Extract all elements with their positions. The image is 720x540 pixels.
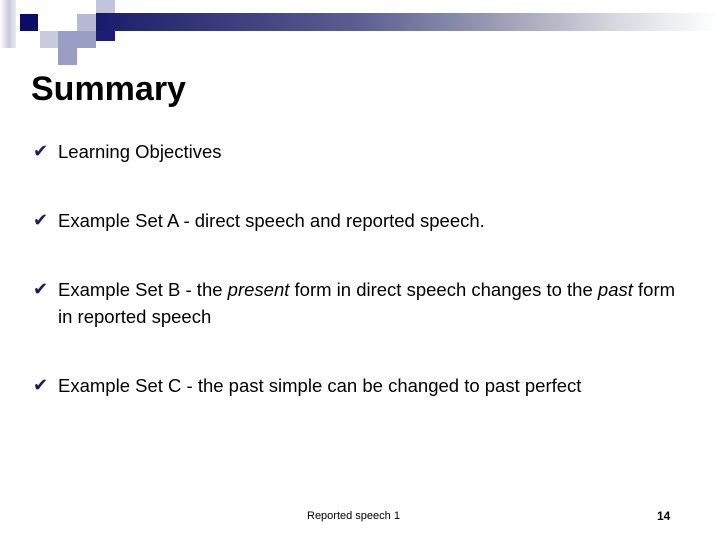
decor-block-medium-3 (77, 31, 96, 48)
slide-canvas: Summary ✔ Learning Objectives ✔ Example … (0, 0, 720, 540)
header-decoration (0, 0, 720, 65)
bullet-text-example-set-b: Example Set B - the present form in dire… (58, 279, 676, 327)
bullet-text-example-set-c: Example Set C - the past simple can be c… (58, 375, 582, 396)
footer-label: Reported speech 1 (307, 510, 400, 522)
decor-block-pale-1 (40, 31, 58, 48)
decor-block-pale-3 (96, 0, 115, 14)
checkmark-icon: ✔ (33, 375, 49, 396)
decor-block-gradient-left (0, 0, 16, 48)
list-item: ✔ Learning Objectives (33, 138, 693, 165)
list-item: ✔ Example Set C - the past simple can be… (33, 372, 693, 399)
decor-block-white-gap (38, 14, 58, 31)
bullet-list: ✔ Learning Objectives ✔ Example Set A - … (33, 138, 693, 425)
list-item: ✔ Example Set B - the present form in di… (33, 276, 693, 330)
slide-number: 14 (657, 509, 671, 523)
decor-block-pale-2 (77, 14, 96, 31)
checkmark-icon: ✔ (33, 279, 49, 300)
header-gradient-bar (96, 13, 720, 31)
list-item: ✔ Example Set A - direct speech and repo… (33, 207, 693, 234)
bullet-text-learning-objectives: Learning Objectives (58, 141, 222, 162)
bullet-text-example-set-a: Example Set A - direct speech and report… (58, 210, 485, 231)
page-title: Summary (31, 70, 186, 108)
checkmark-icon: ✔ (33, 210, 49, 231)
decor-block-navy-1 (20, 14, 38, 31)
checkmark-icon: ✔ (33, 141, 49, 162)
decor-block-medium-2 (58, 48, 77, 65)
decor-block-navy-2 (96, 31, 115, 41)
decor-block-medium-1 (58, 31, 77, 48)
